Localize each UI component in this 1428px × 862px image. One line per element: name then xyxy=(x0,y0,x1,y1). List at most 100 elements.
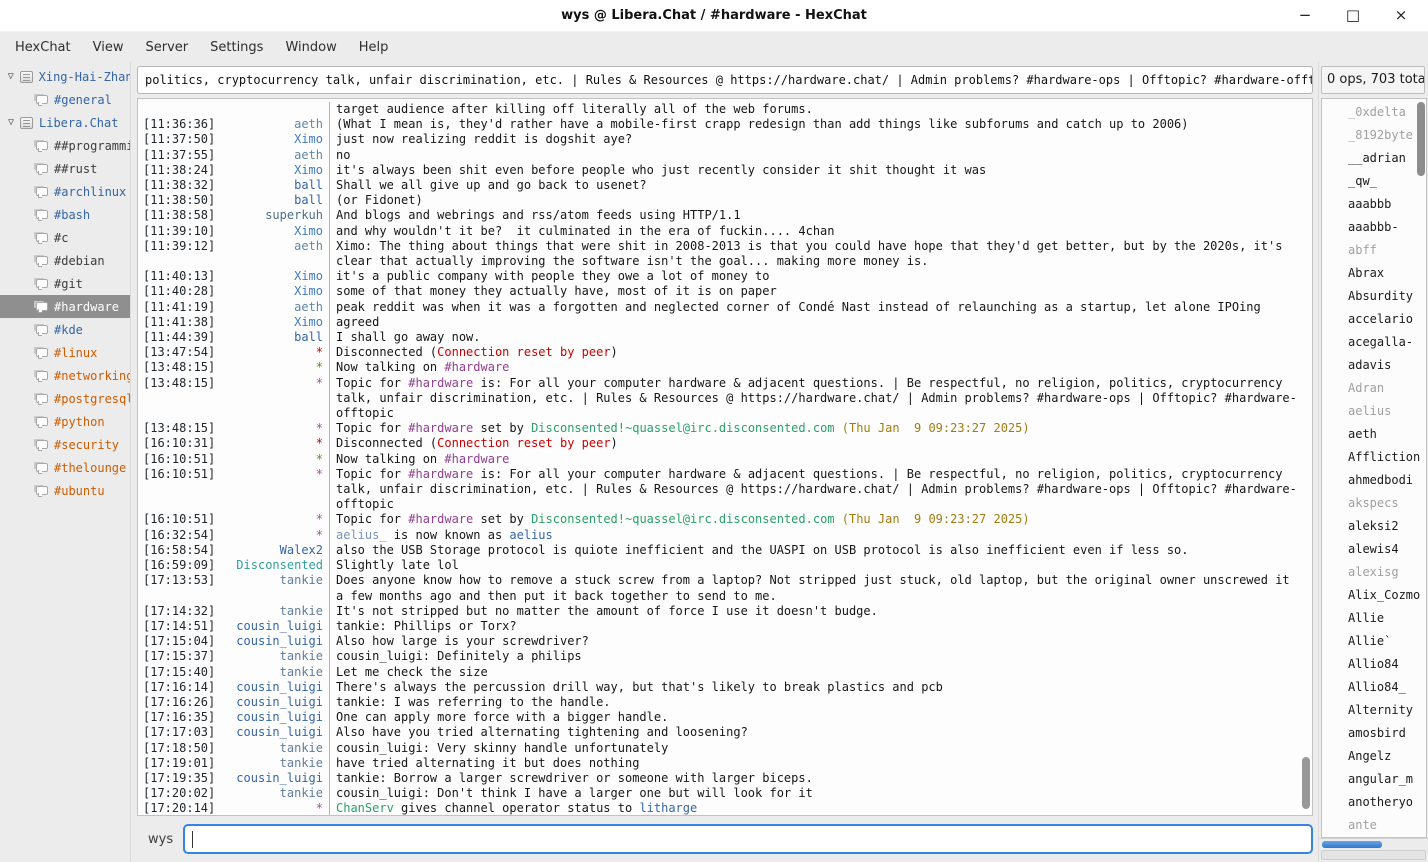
tree-item-label: #git xyxy=(54,277,83,291)
userlist-item[interactable]: Absurdity xyxy=(1322,285,1426,308)
tree-channel--postgresql[interactable]: #postgresql xyxy=(0,387,130,410)
userlist-item[interactable]: aelius xyxy=(1322,400,1426,423)
userlist-item[interactable]: aeth xyxy=(1322,423,1426,446)
userlist-item[interactable]: _qw_ xyxy=(1322,170,1426,193)
timestamp: [11:40:28] xyxy=(143,284,215,299)
message: tankie: Borrow a larger screwdriver or s… xyxy=(329,771,1298,786)
tree-network-xing-hai-zhan[interactable]: ▽Xing-Hai-Zhan xyxy=(0,65,130,88)
userlist-item[interactable]: Alix_Cozmo xyxy=(1322,584,1426,607)
userlist-item[interactable]: anotheryo xyxy=(1322,791,1426,814)
nick: cousin_luigi xyxy=(236,619,323,634)
tree-channel--kde[interactable]: #kde xyxy=(0,318,130,341)
tree-channel--bash[interactable]: #bash xyxy=(0,203,130,226)
userlist-item[interactable]: Allie xyxy=(1322,607,1426,630)
tree-channel--thelounge[interactable]: #thelounge xyxy=(0,456,130,479)
chat-line: [11:39:12]aethXimo: The thing about thin… xyxy=(143,239,1298,269)
tree-channel--security[interactable]: #security xyxy=(0,433,130,456)
expander-icon[interactable]: ▽ xyxy=(4,117,18,128)
message: Disconnected (Connection reset by peer) xyxy=(329,436,1298,451)
userlist-item[interactable]: aleksi2 xyxy=(1322,515,1426,538)
menu-settings[interactable]: Settings xyxy=(199,35,274,60)
message: no xyxy=(329,148,1298,163)
userlist-item[interactable]: alewis4 xyxy=(1322,538,1426,561)
timestamp: [16:58:54] xyxy=(143,543,215,558)
chat-scrollbar[interactable] xyxy=(1302,757,1310,809)
right-column: 0 ops, 703 total _0xdelta_8192byte__adri… xyxy=(1318,62,1428,862)
message: Now talking on #hardware xyxy=(329,360,1298,375)
userlist-item[interactable]: accelario xyxy=(1322,308,1426,331)
userlist-item[interactable]: Abrax xyxy=(1322,262,1426,285)
userlist-hscroll-handle[interactable] xyxy=(1322,841,1382,848)
expander-icon[interactable]: ▽ xyxy=(4,71,18,82)
channel-icon xyxy=(36,233,48,242)
nick: tankie xyxy=(280,786,323,801)
userlist-item[interactable]: alexisg xyxy=(1322,561,1426,584)
chat-line: [11:37:55]aethno xyxy=(143,148,1298,163)
userlist-item[interactable]: abff xyxy=(1322,239,1426,262)
tree-channel--rust[interactable]: ##rust xyxy=(0,157,130,180)
userlist-item[interactable]: Affliction xyxy=(1322,446,1426,469)
userlist-scrollbar[interactable] xyxy=(1417,102,1425,176)
message-input[interactable] xyxy=(183,824,1313,854)
tree-channel--hardware[interactable]: #hardware xyxy=(0,295,130,318)
menu-help[interactable]: Help xyxy=(348,35,400,60)
tree-channel--networking[interactable]: #networking xyxy=(0,364,130,387)
userlist-item[interactable]: ahmedbodi xyxy=(1322,469,1426,492)
close-icon[interactable]: × xyxy=(1392,8,1410,23)
tree-channel--archlinux[interactable]: #archlinux xyxy=(0,180,130,203)
nick: tankie xyxy=(280,665,323,680)
userlist-item[interactable]: _0xdelta xyxy=(1322,101,1426,124)
tree-network-libera-chat[interactable]: ▽Libera.Chat xyxy=(0,111,130,134)
menu-hexchat[interactable]: HexChat xyxy=(4,35,82,60)
userlist-item[interactable]: Alternity xyxy=(1322,699,1426,722)
menu-window[interactable]: Window xyxy=(274,35,347,60)
tree-channel--c[interactable]: #c xyxy=(0,226,130,249)
chat-line: [11:38:50]ball(or Fidonet) xyxy=(143,193,1298,208)
nick: * xyxy=(316,512,323,527)
userlist-item[interactable]: Adran xyxy=(1322,377,1426,400)
tree-channel--general[interactable]: #general xyxy=(0,88,130,111)
userlist-item[interactable]: Allio84 xyxy=(1322,653,1426,676)
tree-channel--debian[interactable]: #debian xyxy=(0,249,130,272)
userlist-item[interactable]: aaabbb xyxy=(1322,193,1426,216)
userlist-item[interactable]: aaabbb- xyxy=(1322,216,1426,239)
tree-channel--ubuntu[interactable]: #ubuntu xyxy=(0,479,130,502)
userlist-item[interactable]: Angelz xyxy=(1322,745,1426,768)
userlist-item[interactable]: __adrian xyxy=(1322,147,1426,170)
tree-channel--linux[interactable]: #linux xyxy=(0,341,130,364)
channel-icon xyxy=(36,141,48,150)
userlist-item[interactable]: angular_m xyxy=(1322,768,1426,791)
main-area: ▽Xing-Hai-Zhan#general▽Libera.Chat##prog… xyxy=(0,62,1428,862)
nick: * xyxy=(316,528,323,543)
tree-channel--python[interactable]: #python xyxy=(0,410,130,433)
message: tankie: I was referring to the handle. xyxy=(329,695,1298,710)
userlist-item[interactable]: amosbird xyxy=(1322,722,1426,745)
tree-channel--git[interactable]: #git xyxy=(0,272,130,295)
tree-item-label: #debian xyxy=(54,254,105,268)
userlist-panel: _0xdelta_8192byte__adrian_qw_aaabbbaaabb… xyxy=(1321,98,1427,838)
menu-server[interactable]: Server xyxy=(134,35,199,60)
timestamp: [17:20:02] xyxy=(143,786,215,801)
minimize-icon[interactable]: − xyxy=(1296,8,1314,23)
timestamp: [17:15:40] xyxy=(143,665,215,680)
userlist-item[interactable]: Allio84_ xyxy=(1322,676,1426,699)
userlist-item[interactable]: adavis xyxy=(1322,354,1426,377)
maximize-icon[interactable]: □ xyxy=(1344,8,1362,23)
chat-log: target audience after killing off litera… xyxy=(138,99,1312,815)
nick: * xyxy=(316,467,323,513)
userlist-item[interactable]: acegalla- xyxy=(1322,331,1426,354)
userlist-item[interactable]: _8192byte xyxy=(1322,124,1426,147)
channel-icon xyxy=(36,463,48,472)
tree-channel--programming[interactable]: ##programming xyxy=(0,134,130,157)
timestamp: [17:15:04] xyxy=(143,634,215,649)
nick: * xyxy=(316,421,323,436)
topic-input[interactable]: politics, cryptocurrency talk, unfair di… xyxy=(137,66,1313,94)
userlist-item[interactable]: ante xyxy=(1322,814,1426,837)
nick: superkuh xyxy=(265,208,323,223)
window-title: wys @ Libera.Chat / #hardware - HexChat xyxy=(0,8,1428,23)
userlist-item[interactable]: akspecs xyxy=(1322,492,1426,515)
menu-view[interactable]: View xyxy=(82,35,135,60)
timestamp: [16:10:51] xyxy=(143,512,215,527)
channel-icon xyxy=(36,210,48,219)
userlist-item[interactable]: Allie` xyxy=(1322,630,1426,653)
